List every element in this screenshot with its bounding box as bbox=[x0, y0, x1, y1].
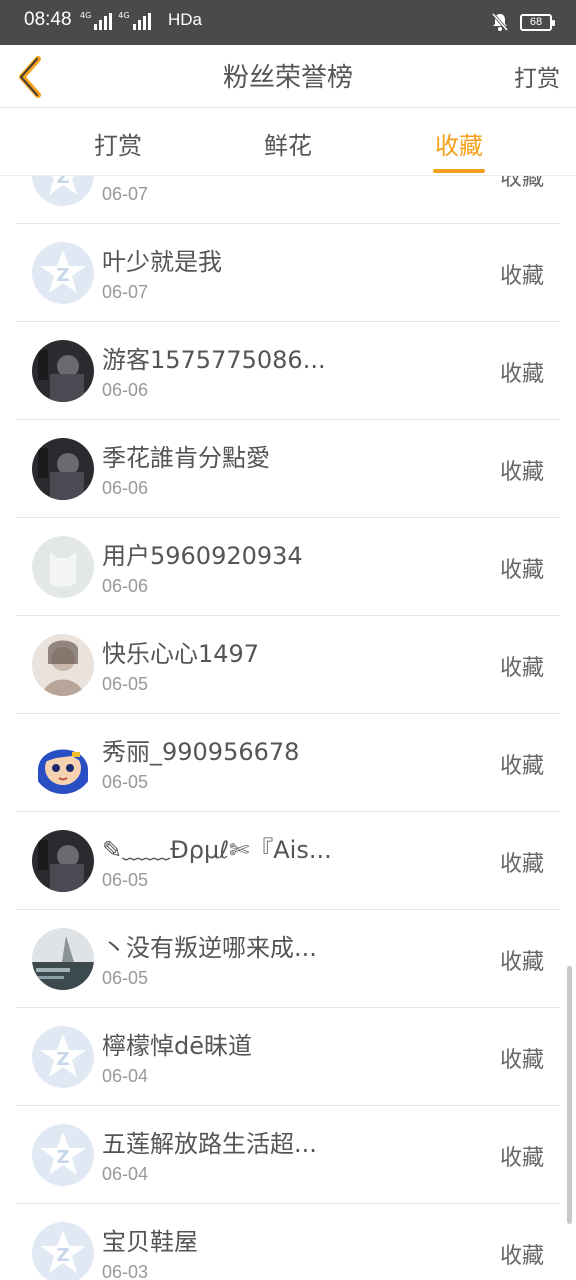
signal-icon: 4G bbox=[80, 12, 113, 30]
avatar[interactable] bbox=[32, 536, 94, 598]
fan-list[interactable]: Z 06-07 收藏 Z 叶少就是我 06-07 收藏 游客1575775086... 06-0… bbox=[0, 176, 576, 1280]
status-right: 68 bbox=[490, 12, 555, 32]
action-label: 收藏 bbox=[499, 754, 544, 779]
action-label: 收藏 bbox=[499, 460, 544, 485]
avatar[interactable] bbox=[32, 830, 94, 892]
user-name: ✎﹏﹏Ɖρμℓ✄『Ais... bbox=[102, 836, 332, 864]
list-item[interactable]: 秀丽_990956678 06-05 收藏 bbox=[16, 714, 560, 812]
user-name: 游客1575775086... bbox=[102, 346, 326, 374]
svg-text:Z: Z bbox=[56, 1147, 69, 1168]
list-item[interactable]: Z 五莲解放路生活超... 06-04 收藏 bbox=[16, 1106, 560, 1204]
avatar[interactable] bbox=[32, 732, 94, 794]
reward-button[interactable]: 打赏 bbox=[514, 59, 560, 93]
list-item[interactable]: Z 宝贝鞋屋 06-03 收藏 bbox=[16, 1204, 560, 1280]
list-item[interactable]: 快乐心心1497 06-05 收藏 bbox=[16, 616, 560, 714]
action-label: 收藏 bbox=[499, 656, 544, 681]
action-label: 收藏 bbox=[499, 264, 544, 289]
action-label: 收藏 bbox=[499, 558, 544, 583]
wifi-hd-indicator: HDa bbox=[168, 10, 203, 29]
user-name: 快乐心心1497 bbox=[102, 640, 260, 668]
user-name: 五莲解放路生活超... bbox=[102, 1130, 317, 1158]
user-name: 季花誰肯分點愛 bbox=[102, 444, 270, 472]
avatar[interactable]: Z bbox=[32, 242, 94, 304]
avatar[interactable]: Z bbox=[32, 176, 94, 206]
item-date: 06-07 bbox=[102, 282, 149, 302]
user-name: 叶少就是我 bbox=[102, 248, 222, 276]
active-tab-indicator bbox=[433, 169, 485, 173]
list-item[interactable]: 用户5960920934 06-06 收藏 bbox=[16, 518, 560, 616]
item-date: 06-05 bbox=[102, 674, 149, 694]
list-item[interactable]: Z 檸檬悼dē昧道 06-04 收藏 bbox=[16, 1008, 560, 1106]
avatar[interactable]: Z bbox=[32, 1026, 94, 1088]
item-date: 06-05 bbox=[102, 968, 149, 988]
battery-icon: 68 bbox=[520, 13, 555, 31]
tab-favorites[interactable]: 收藏 bbox=[399, 126, 519, 161]
avatar[interactable]: Z bbox=[32, 1222, 94, 1280]
avatar[interactable]: Z bbox=[32, 1124, 94, 1186]
item-date: 06-04 bbox=[102, 1066, 149, 1086]
item-date: 06-07 bbox=[102, 184, 149, 204]
item-date: 06-03 bbox=[102, 1262, 149, 1280]
list-item[interactable]: 季花誰肯分點愛 06-06 收藏 bbox=[16, 420, 560, 518]
title-bar: 粉丝荣誉榜 打赏 bbox=[0, 45, 576, 108]
tab-flowers[interactable]: 鲜花 bbox=[228, 126, 348, 161]
mute-bell-icon bbox=[491, 13, 509, 31]
svg-text:Z: Z bbox=[56, 265, 69, 286]
status-time: 08:48 bbox=[24, 9, 72, 30]
svg-text:Z: Z bbox=[56, 1049, 69, 1070]
user-name: 丶没有叛逆哪来成... bbox=[102, 934, 317, 962]
list-item[interactable]: Z 06-07 收藏 bbox=[16, 176, 560, 224]
action-label: 收藏 bbox=[499, 1048, 544, 1073]
svg-text:Z: Z bbox=[56, 176, 69, 188]
user-name: 檸檬悼dē昧道 bbox=[102, 1032, 252, 1060]
action-label: 收藏 bbox=[499, 176, 544, 191]
tab-bar: 打赏 鲜花 收藏 bbox=[0, 108, 576, 176]
item-date: 06-06 bbox=[102, 576, 149, 596]
list-item[interactable]: Z 叶少就是我 06-07 收藏 bbox=[16, 224, 560, 322]
user-name: 用户5960920934 bbox=[102, 542, 303, 570]
item-date: 06-04 bbox=[102, 1164, 149, 1184]
avatar[interactable] bbox=[32, 340, 94, 402]
avatar[interactable] bbox=[32, 438, 94, 500]
action-label: 收藏 bbox=[499, 950, 544, 975]
page-title: 粉丝荣誉榜 bbox=[222, 63, 353, 93]
svg-text:Z: Z bbox=[56, 1245, 69, 1266]
avatar[interactable] bbox=[32, 928, 94, 990]
scrollbar[interactable] bbox=[567, 966, 572, 1224]
tab-reward[interactable]: 打赏 bbox=[58, 126, 178, 161]
action-label: 收藏 bbox=[499, 1146, 544, 1171]
action-label: 收藏 bbox=[499, 362, 544, 387]
signal-icon: 4G bbox=[118, 12, 151, 30]
status-bar: 08:48 4G 4G HDa 68 bbox=[0, 0, 576, 45]
action-label: 收藏 bbox=[499, 852, 544, 877]
action-label: 收藏 bbox=[499, 1244, 544, 1269]
user-name: 秀丽_990956678 bbox=[102, 738, 300, 766]
list-item[interactable]: 游客1575775086... 06-06 收藏 bbox=[16, 322, 560, 420]
list-item[interactable]: 丶没有叛逆哪来成... 06-05 收藏 bbox=[16, 910, 560, 1008]
item-date: 06-06 bbox=[102, 478, 149, 498]
item-date: 06-05 bbox=[102, 870, 149, 890]
signal-indicators: 4G 4G bbox=[80, 12, 151, 30]
list-item[interactable]: ✎﹏﹏Ɖρμℓ✄『Ais... 06-05 收藏 bbox=[16, 812, 560, 910]
avatar[interactable] bbox=[32, 634, 94, 696]
user-name: 宝贝鞋屋 bbox=[102, 1228, 198, 1256]
item-date: 06-05 bbox=[102, 772, 149, 792]
item-date: 06-06 bbox=[102, 380, 149, 400]
